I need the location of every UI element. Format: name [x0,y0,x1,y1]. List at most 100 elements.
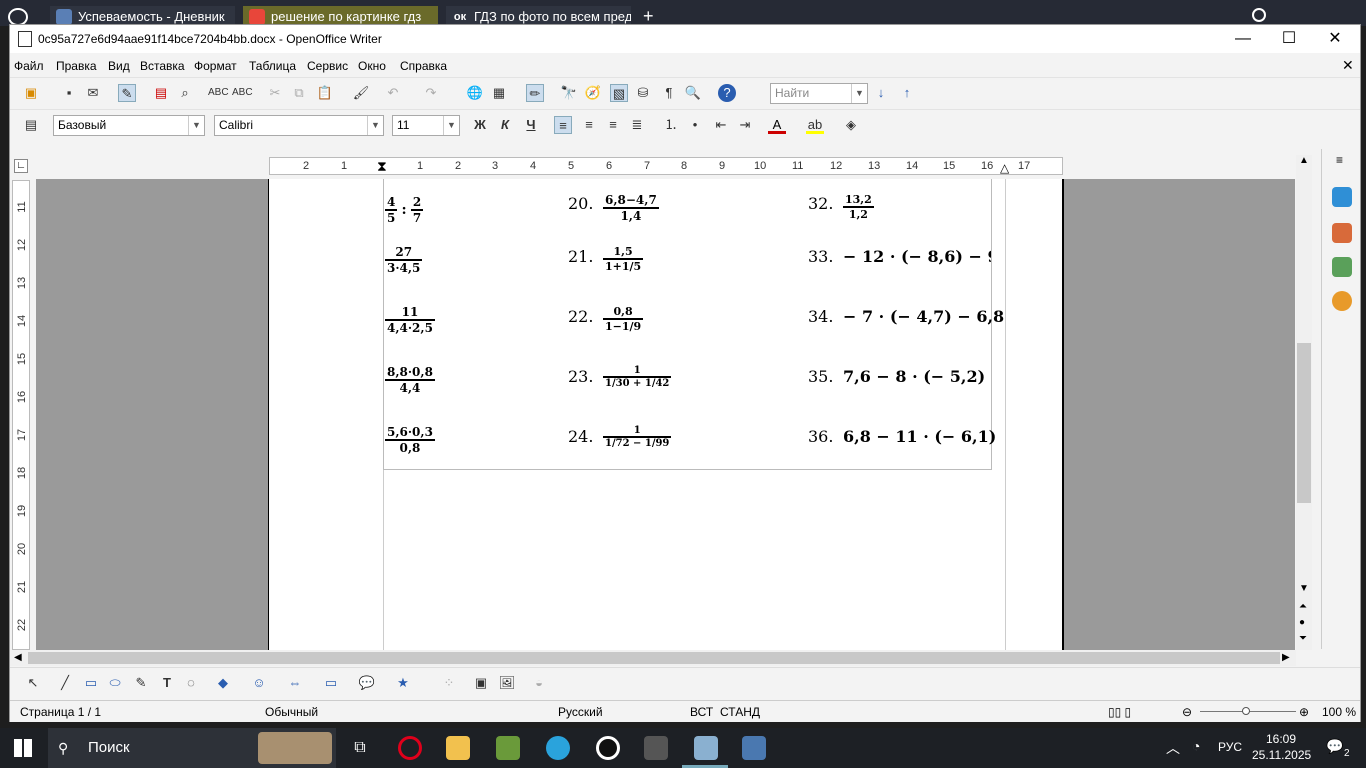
find-input[interactable]: Найти ▼ [770,83,868,104]
cut-icon[interactable]: ✂ [266,84,284,102]
vertical-ruler[interactable]: 11 12 13 14 15 16 17 18 19 20 21 22 [12,180,30,650]
background-color-icon[interactable]: ◈ [842,116,860,134]
find-next-icon[interactable]: ↓ [872,84,890,102]
scroll-left-icon[interactable]: ◀ [14,652,22,663]
next-page-icon[interactable]: ⏷ [1299,633,1307,644]
menu-file[interactable]: Файл [14,59,44,73]
italic-button[interactable]: К [496,116,514,134]
copy-icon[interactable]: ⧉ [290,84,308,102]
ellipse-icon[interactable]: ⬭ [106,674,124,692]
scroll-thumb[interactable] [28,652,1280,664]
find-previous-icon[interactable]: ↑ [898,84,916,102]
stars-icon[interactable]: ★ [394,674,412,692]
hyperlink-icon[interactable]: 🌐 [466,84,484,102]
rectangle-icon[interactable]: ▭ [82,674,100,692]
tray-chevron-icon[interactable]: ︿ [1166,738,1180,758]
zoom-level[interactable]: 100 % [1322,705,1356,719]
block-arrows-icon[interactable]: ⇔ [286,674,304,692]
calculator-icon[interactable] [742,736,766,760]
selection-mode[interactable]: СТАНД [720,705,760,719]
paste-icon[interactable]: 📋 [316,84,334,102]
increase-indent-icon[interactable]: ⇥ [736,116,754,134]
fontwork-icon[interactable]: ▣ [472,674,490,692]
spellcheck-icon[interactable]: ABC [208,84,229,102]
gallery-icon[interactable]: ▧ [610,84,628,102]
autospell-icon[interactable]: ABC [232,84,253,102]
menu-window[interactable]: Окно [358,59,386,73]
find-replace-icon[interactable]: 🔭 [560,84,578,102]
telegram-icon[interactable] [546,736,570,760]
data-sources-icon[interactable]: ⛁ [634,84,652,102]
format-paintbrush-icon[interactable]: 🖌 [352,84,370,102]
menu-format[interactable]: Формат [194,59,237,73]
highlight-icon[interactable]: ab [806,116,824,134]
clock-date[interactable]: 25.11.2025 [1252,748,1311,762]
task-view-icon[interactable]: ⧉ [348,736,372,760]
document-area[interactable]: 4 5 : 2 7 27 3·4,5 11 4,4·2,5 8,8·0,8 4,… [36,179,1295,650]
zoom-out-icon[interactable]: ⊖ [1182,705,1192,719]
app-icon[interactable] [644,736,668,760]
extrusion-icon[interactable]: ◒ [530,674,548,692]
decrease-indent-icon[interactable]: ⇤ [712,116,730,134]
font-size-select[interactable]: 11 ▼ [392,115,460,136]
line-icon[interactable]: ╱ [56,674,74,692]
save-icon[interactable]: ▪ [60,84,78,102]
chevron-down-icon[interactable]: ▼ [367,116,383,135]
bullets-icon[interactable]: • [686,116,704,134]
align-center-icon[interactable]: ≡ [580,116,598,134]
network-icon[interactable]: ◔ [1192,738,1200,754]
close-button[interactable]: ✕ [1312,25,1358,53]
symbol-shapes-icon[interactable]: ☺ [250,674,268,692]
horizontal-ruler[interactable]: 2 1 ⧗ 1 2 3 4 5 6 7 8 9 10 11 12 13 14 1… [269,157,1063,175]
properties-icon[interactable] [1332,187,1352,207]
page-count[interactable]: Страница 1 / 1 [20,705,101,719]
scroll-down-icon[interactable]: ▼ [1299,583,1309,594]
document-page[interactable]: 4 5 : 2 7 27 3·4,5 11 4,4·2,5 8,8·0,8 4,… [268,179,1064,650]
draw-functions-icon[interactable]: ✏ [526,84,544,102]
font-name-select[interactable]: Calibri ▼ [214,115,384,136]
chevron-down-icon[interactable]: ▼ [443,116,459,135]
view-layout-icon[interactable]: ▯▯ ▯ [1108,705,1131,719]
edit-mode-icon[interactable]: ✎ [118,84,136,102]
windows-start-icon[interactable] [14,739,32,757]
flowchart-icon[interactable]: ▭ [322,674,340,692]
navigator-panel-icon[interactable] [1332,291,1352,311]
file-explorer-icon[interactable] [446,736,470,760]
bold-button[interactable]: Ж [471,116,489,134]
navigator-icon[interactable]: 🧭 [584,84,602,102]
maximize-button[interactable]: ☐ [1266,25,1312,53]
previous-page-icon[interactable]: ⏶ [1299,601,1307,612]
align-right-icon[interactable]: ≡ [604,116,622,134]
tab-type-icon[interactable]: ∟ [14,159,28,173]
zoom-icon[interactable]: 🔍 [684,84,702,102]
scroll-up-icon[interactable]: ▲ [1299,155,1309,166]
new-document-icon[interactable]: ▣ [22,84,40,102]
menu-view[interactable]: Вид [108,59,130,73]
navigation-icon[interactable]: ● [1299,617,1305,628]
menu-table[interactable]: Таблица [249,59,296,73]
callout-icon[interactable]: ◌ [182,674,200,692]
justify-icon[interactable]: ≣ [628,116,646,134]
menu-edit[interactable]: Правка [56,59,97,73]
openoffice-icon[interactable] [694,736,718,760]
minimize-button[interactable]: — [1220,25,1266,53]
language[interactable]: Русский [558,705,603,719]
taskbar-search[interactable]: ⚲ Поиск [48,728,336,768]
underline-button[interactable]: Ч [522,116,540,134]
callouts-icon[interactable]: 💬 [358,674,376,692]
help-icon[interactable]: ? [718,84,736,102]
vertical-scrollbar[interactable]: ▲ ▼ ⏶ ● ⏷ [1296,155,1312,650]
page-style[interactable]: Обычный [265,705,318,719]
menu-tools[interactable]: Сервис [307,59,348,73]
align-left-icon[interactable]: ≡ [554,116,572,134]
scroll-right-icon[interactable]: ▶ [1282,652,1290,663]
styles-panel-icon[interactable] [1332,223,1352,243]
menu-help[interactable]: Справка [400,59,447,73]
horizontal-scrollbar[interactable]: ◀ ▶ [10,650,1296,666]
insert-mode[interactable]: ВСТ [690,705,713,719]
styles-icon[interactable]: ▤ [22,116,40,134]
paragraph-style-select[interactable]: Базовый ▼ [53,115,205,136]
right-indent-marker-icon[interactable]: △ [1000,161,1009,175]
close-document-icon[interactable]: ✕ [1342,57,1354,74]
print-preview-icon[interactable]: ⌕ [176,84,194,102]
